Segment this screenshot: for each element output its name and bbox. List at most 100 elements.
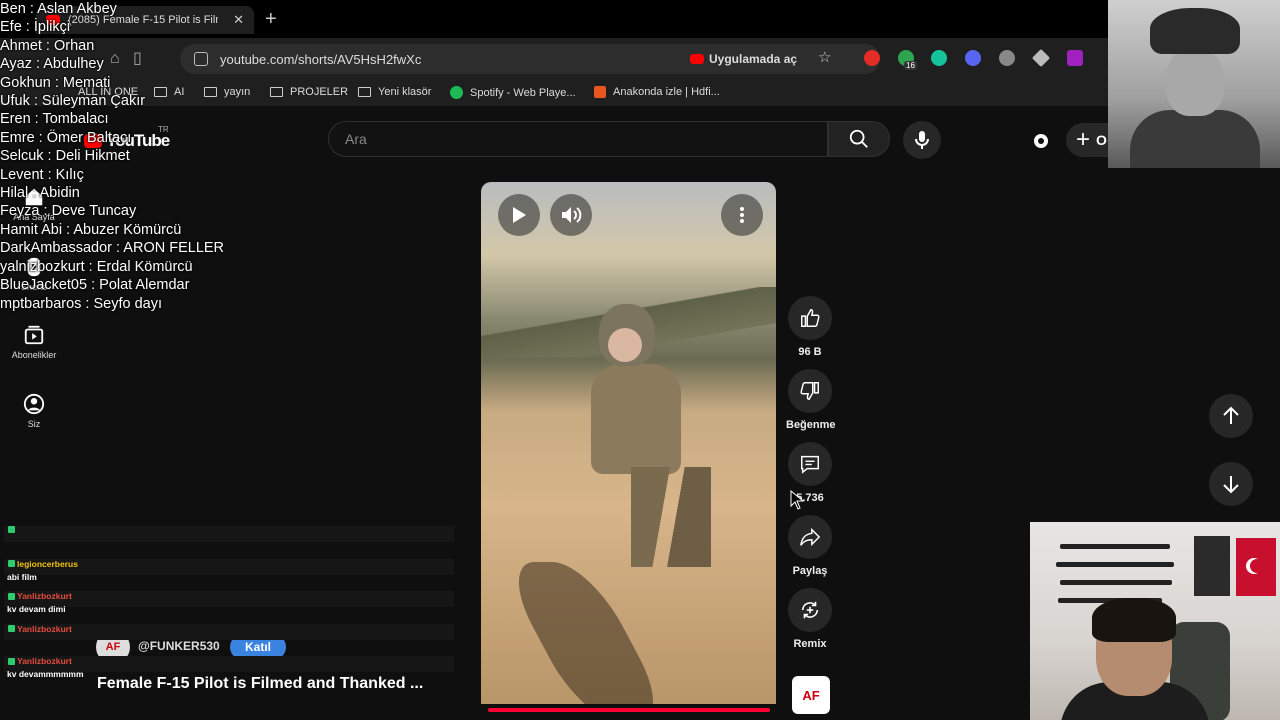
plus-icon: + — [1076, 126, 1091, 153]
wall-poster — [1194, 536, 1230, 596]
wall-rifle — [1060, 580, 1172, 585]
search-placeholder: Ara — [345, 131, 367, 147]
close-tab-icon[interactable]: ✕ — [233, 12, 244, 28]
overlay-name-line: Efe : İplikçi — [0, 19, 71, 36]
sidebar-item-you[interactable]: Siz — [0, 393, 68, 429]
remix-action[interactable]: Remix — [786, 588, 834, 650]
bookmark-label: yayın — [224, 86, 251, 98]
comments-button[interactable] — [788, 442, 832, 486]
bookmark-projeler[interactable]: PROJELER — [270, 86, 348, 98]
purple-extension-icon[interactable] — [1067, 50, 1083, 66]
portrait-uniform — [1130, 110, 1260, 168]
play-icon — [513, 207, 526, 223]
flag-crescent-cut — [1250, 559, 1264, 573]
wall-rifle — [1060, 544, 1170, 549]
overlay-name-line: Feyza : Deve Tuncay — [0, 203, 137, 220]
bookmark-label: Spotify - Web Playe... — [470, 86, 576, 99]
search-button[interactable] — [828, 121, 890, 157]
create-label: O — [1096, 132, 1107, 148]
extension-badge: 16 — [904, 61, 917, 70]
bookmark-anakonda[interactable]: Anakonda izle | Hdfi... — [594, 86, 720, 98]
youtube-app-icon — [690, 54, 704, 64]
profile-icon — [23, 393, 45, 415]
open-in-app-button[interactable]: Uygulamada aç — [690, 50, 797, 68]
play-button[interactable] — [498, 194, 540, 236]
sidebar-label: Siz — [27, 419, 41, 429]
overlay-name-line: DarkAmbassador : ARON FELLER — [0, 240, 225, 257]
channel-thumbnail[interactable]: AF — [792, 676, 830, 714]
overlay-name-line: Selcuk : Deli Hikmet — [0, 148, 130, 165]
overlay-name-line: BlueJacket05 : Polat Alemdar — [0, 277, 190, 294]
diamond-extension-icon[interactable] — [1031, 48, 1051, 68]
more-options-button[interactable] — [721, 194, 763, 236]
search-icon — [849, 129, 868, 148]
spotify-icon — [450, 86, 463, 99]
search-input[interactable]: Ara — [328, 121, 828, 157]
more-vertical-icon — [740, 207, 744, 223]
next-short-button[interactable] — [1209, 462, 1253, 506]
mouse-cursor-icon — [790, 490, 804, 510]
chat-user: Yanlizbozkurt — [8, 591, 72, 601]
sidebar-label: Abonelikler — [11, 350, 57, 360]
overlay-name-line: Levent : Kılıç — [0, 166, 84, 183]
chat-user — [8, 526, 17, 533]
overlay-name-line: Ufuk : Süleyman Çakır — [0, 93, 146, 110]
chat-message — [4, 524, 456, 557]
chat-badge-icon — [8, 592, 15, 600]
wall-rifle — [1056, 562, 1174, 567]
discord-extension-icon[interactable] — [965, 50, 981, 66]
microphone-icon — [915, 131, 929, 149]
overlay-name-line: yalnizbozkurt : Erdal Kömürcü — [0, 258, 193, 275]
shield-extension-icon[interactable] — [999, 50, 1015, 66]
chat-user: legioncerberus — [8, 559, 78, 569]
bookmark-star-icon[interactable]: ☆ — [818, 48, 831, 66]
grammarly-extension-icon[interactable] — [931, 50, 947, 66]
video-soldier-body — [591, 364, 681, 474]
address-bar[interactable]: youtube.com/shorts/AV5HsH2fwXc Uygulamad… — [180, 44, 880, 74]
bookmark-label: Anakonda izle | Hdfi... — [613, 86, 720, 98]
chat-text: kv devammmmmm — [7, 669, 84, 679]
overlay-name-line: Hilal : Abidin — [0, 185, 80, 202]
overlay-name-line: Ahmet : Orhan — [0, 37, 95, 54]
like-button[interactable] — [788, 296, 832, 340]
stream-names-overlay: Ben : Aslan Akbey Efe : İplikçi Ahmet : Or… — [0, 0, 224, 313]
dislike-action[interactable]: Beğenme — [786, 369, 836, 431]
voice-search-button[interactable] — [903, 121, 941, 159]
chat-username: Yanlizbozkurt — [17, 623, 72, 634]
like-action[interactable]: 96 B — [786, 296, 834, 358]
sidebar-item-subscriptions[interactable]: Abonelikler — [0, 324, 68, 360]
volume-icon — [562, 207, 582, 223]
video-progress-bar[interactable] — [488, 708, 770, 712]
chat-badge-icon — [8, 625, 15, 632]
chat-username: legioncerberus — [17, 558, 78, 569]
video-soldier-legs — [631, 467, 711, 567]
folder-icon — [358, 87, 371, 97]
overlay-name-line: Emre : Ömer Baltacı — [0, 129, 132, 146]
bookmark-yeni-klasor[interactable]: Yeni klasör — [358, 86, 431, 98]
previous-short-button[interactable] — [1209, 394, 1253, 438]
webcam-overlay — [1030, 522, 1280, 720]
portrait-cap — [1150, 8, 1240, 54]
extension-icon-red[interactable] — [864, 50, 880, 66]
chat-badge-icon — [8, 560, 15, 567]
share-button[interactable] — [788, 515, 832, 559]
dislike-button[interactable] — [788, 369, 832, 413]
gear-icon[interactable] — [1030, 130, 1052, 152]
bookmark-spotify[interactable]: Spotify - Web Playe... — [450, 86, 576, 99]
video-shadow — [498, 562, 674, 704]
thumbs-up-icon — [801, 309, 820, 327]
portrait-face — [1166, 50, 1224, 116]
bookmark-label: PROJELER — [290, 86, 349, 98]
share-action[interactable]: Paylaş — [786, 515, 834, 577]
share-label: Paylaş — [792, 565, 828, 577]
new-tab-button[interactable]: + — [265, 8, 277, 31]
open-in-app-label: Uygulamada aç — [709, 52, 798, 66]
like-count: 96 B — [798, 346, 822, 358]
remix-button[interactable] — [788, 588, 832, 632]
video-soldier-face — [608, 328, 642, 362]
shorts-video[interactable] — [481, 182, 776, 704]
chat-user: Yanlizbozkurt — [8, 624, 72, 634]
volume-button[interactable] — [550, 194, 592, 236]
share-icon — [800, 527, 821, 547]
turkish-flag — [1236, 538, 1276, 596]
